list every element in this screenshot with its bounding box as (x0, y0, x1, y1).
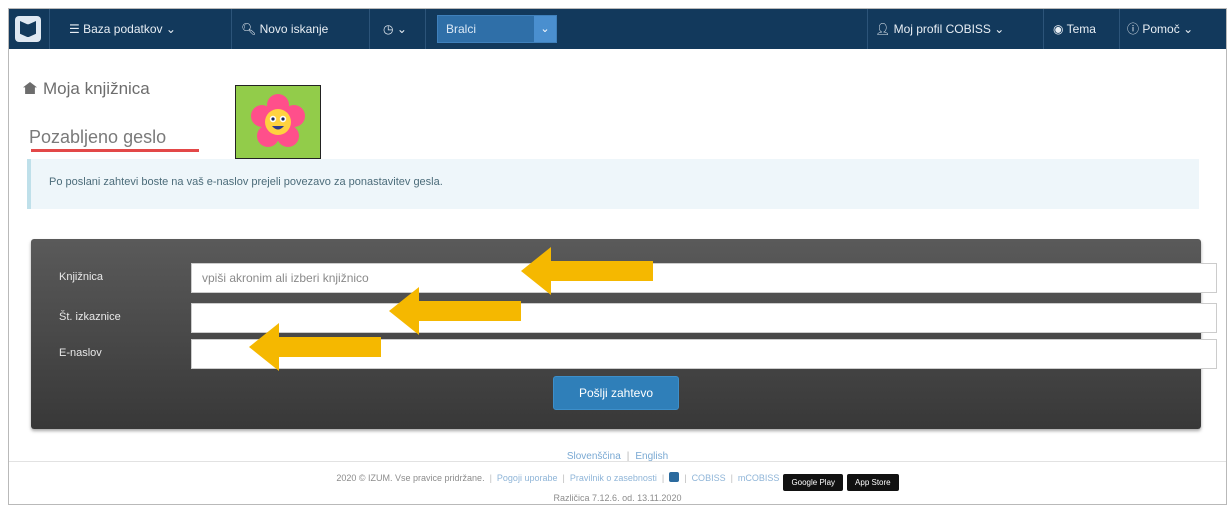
home-icon (23, 82, 37, 94)
search-icon: 🔍︎ (241, 22, 257, 36)
breadcrumb-label: Moja knjižnica (43, 79, 150, 98)
clock-icon: ◷ (383, 22, 394, 36)
cobiss-logo-icon[interactable] (15, 16, 41, 42)
chevron-down-icon: ⌄ (534, 16, 556, 42)
cobiss-link[interactable]: COBISS (692, 473, 726, 483)
arrow-left-icon (389, 287, 521, 335)
eye-icon: ◉ (1053, 22, 1064, 36)
arrow-left-icon (249, 323, 381, 371)
breadcrumb[interactable]: Moja knjižnica (23, 79, 150, 99)
history-menu[interactable]: ◷ ⌄ (383, 9, 407, 49)
email-label: E-naslov (59, 347, 102, 359)
card-number-label: Št. izkaznice (59, 311, 121, 323)
help-menu[interactable]: ⓘ Pomoč ⌄ (1127, 9, 1193, 49)
search-scope-select[interactable]: Bralci ⌄ (437, 15, 557, 43)
page-title: Pozabljeno geslo (29, 127, 167, 147)
terms-link[interactable]: Pogoji uporabe (497, 473, 558, 483)
library-input[interactable] (191, 263, 1217, 293)
google-play-badge[interactable]: Google Play (783, 474, 844, 491)
top-navbar: ☰ Baza podatkov ⌄ 🔍︎ Novo iskanje ◷ ⌄ Br… (9, 9, 1226, 49)
mcobiss-link[interactable]: mCOBISS (738, 473, 780, 483)
help-menu-label: Pomoč (1142, 22, 1180, 36)
app-window: ☰ Baza podatkov ⌄ 🔍︎ Novo iskanje ◷ ⌄ Br… (8, 8, 1227, 505)
flower-sticker (235, 85, 321, 159)
app-store-badge[interactable]: App Store (847, 474, 899, 491)
send-request-button[interactable]: Pošlji zahtevo (553, 376, 679, 410)
privacy-link[interactable]: Pravilnik o zasebnosti (570, 473, 657, 483)
title-underline-annotation (31, 149, 199, 152)
new-search-button[interactable]: 🔍︎ Novo iskanje (241, 9, 328, 49)
flower-icon (251, 94, 305, 147)
library-label: Knjižnica (59, 271, 104, 283)
info-alert: Po poslani zahtevi boste na vaš e-naslov… (27, 159, 1199, 209)
info-message: Po poslani zahtevi boste na vaš e-naslov… (49, 176, 443, 188)
new-search-label: Novo iskanje (259, 22, 329, 36)
chevron-down-icon: ⌄ (994, 22, 1005, 36)
database-menu-label: Baza podatkov (83, 22, 163, 36)
theme-label: Tema (1066, 22, 1096, 36)
database-icon: ☰ (69, 22, 80, 36)
arrow-left-icon (521, 247, 653, 295)
search-scope-value: Bralci (446, 22, 477, 36)
copyright-text: 2020 © IZUM. Vse pravice pridržane. (336, 473, 485, 483)
database-menu[interactable]: ☰ Baza podatkov ⌄ (69, 9, 176, 49)
footer-links: 2020 © IZUM. Vse pravice pridržane. | Pogo… (9, 472, 1226, 491)
help-icon: ⓘ (1127, 22, 1140, 36)
profile-menu-label: Moj profil COBISS (893, 22, 991, 36)
chevron-down-icon: ⌄ (396, 22, 407, 36)
chevron-down-icon: ⌄ (1183, 22, 1194, 36)
chevron-down-icon: ⌄ (165, 22, 176, 36)
profile-menu[interactable]: 👤︎ Moj profil COBISS ⌄ (875, 9, 1004, 49)
footer-divider (9, 461, 1226, 462)
theme-button[interactable]: ◉ Tema (1053, 9, 1096, 49)
user-icon: 👤︎ (875, 22, 891, 36)
version-text: Različica 7.12.6. od. 13.11.2020 (553, 493, 682, 503)
facebook-icon[interactable] (669, 472, 680, 482)
